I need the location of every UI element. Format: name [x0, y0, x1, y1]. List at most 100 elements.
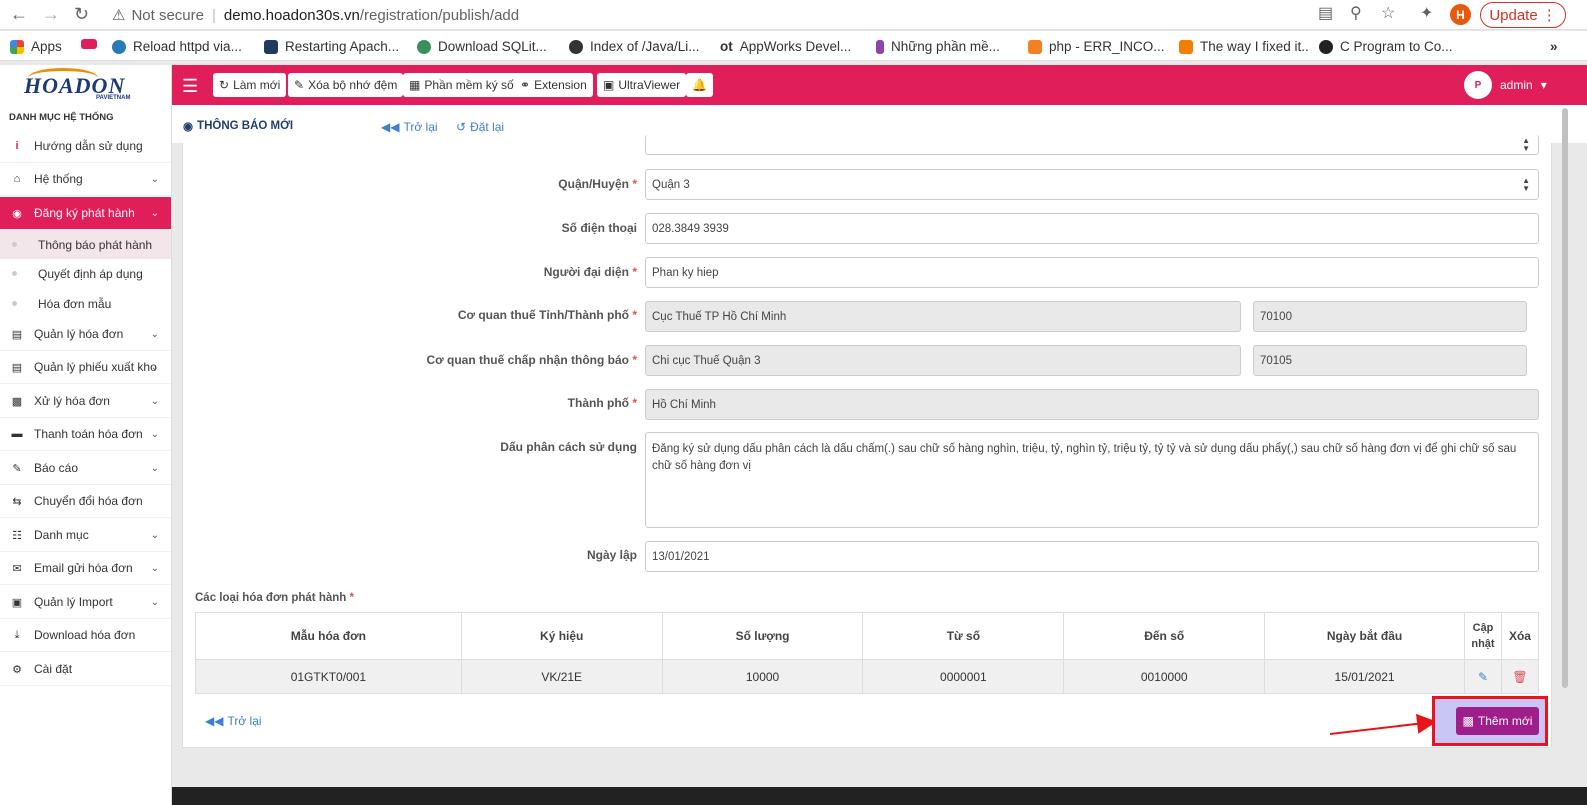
- pencil-icon[interactable]: ✎: [1478, 670, 1488, 684]
- separator-textarea[interactable]: Đăng ký sử dụng dấu phân cách là dấu chấ…: [645, 432, 1539, 528]
- select-caret-icon: ▲ ▼: [1522, 135, 1530, 153]
- reset-link[interactable]: ↺ Đặt lại: [456, 120, 504, 134]
- province-select[interactable]: ▲ ▼: [645, 135, 1539, 155]
- sidebar-item-guide[interactable]: i Hướng dẫn sử dụng: [0, 130, 171, 163]
- clear-cache-button[interactable]: ✎ Xóa bộ nhớ đệm: [288, 73, 404, 97]
- column-header: Xóa: [1500, 612, 1540, 660]
- sidebar-item-reports[interactable]: ✎ Báo cáo ⌄: [0, 452, 171, 485]
- bookmark-item[interactable]: php - ERR_INCO...: [1028, 39, 1165, 54]
- district-select[interactable]: Quận 3 ▲ ▼: [645, 169, 1539, 200]
- back-arrow-icon[interactable]: ←: [10, 4, 28, 25]
- more-bookmarks-icon[interactable]: »: [1550, 39, 1558, 54]
- bookmark-item[interactable]: Restarting Apach...: [264, 39, 399, 54]
- update-button[interactable]: Update ⋮: [1480, 2, 1566, 28]
- notification-button[interactable]: 🔔: [686, 73, 713, 97]
- table-cell: 0000001: [862, 659, 1065, 694]
- bookmark-item[interactable]: C Program to Co...: [1319, 39, 1453, 54]
- sidebar-subitem-template[interactable]: Hóa đơn mẫu: [0, 289, 171, 318]
- phone-field[interactable]: 028.3849 3939: [645, 213, 1539, 244]
- sidebar: DANH MỤC HỆ THỐNG i Hướng dẫn sử dụng ⌂ Hệ…: [0, 105, 172, 805]
- url-path: /registration/publish/add: [359, 6, 520, 24]
- table-cell: 0010000: [1063, 659, 1266, 694]
- bookmark-item[interactable]: The way I fixed it..: [1179, 39, 1309, 54]
- delete-cell[interactable]: 🗑: [1500, 659, 1540, 694]
- date-field[interactable]: 13/01/2021: [645, 541, 1539, 572]
- trash-icon[interactable]: 🗑: [1512, 670, 1527, 684]
- extensions-icon[interactable]: ✦: [1420, 3, 1433, 23]
- tax-city-value: Cục Thuế TP Hồ Chí Minh: [652, 310, 787, 323]
- sidebar-item-warehouse[interactable]: ▤ Quản lý phiếu xuất kho ⌄: [0, 351, 171, 384]
- sidebar-item-catalog[interactable]: ☷ Danh mục ⌄: [0, 519, 171, 552]
- profile-avatar[interactable]: H: [1450, 4, 1471, 25]
- user-gear-icon: ⚙: [12, 663, 22, 676]
- sidebar-item-convert[interactable]: ⇆ Chuyển đổi hóa đơn: [0, 485, 171, 518]
- apps-grid-icon: [10, 39, 24, 54]
- representative-field[interactable]: Phan ky hiep: [645, 257, 1539, 288]
- edit-cell[interactable]: ✎: [1463, 659, 1502, 694]
- table-cell: 01GTKT0/001: [195, 659, 462, 694]
- bookmark-item[interactable]: Reload httpd via...: [112, 39, 242, 54]
- sidebar-item-registration[interactable]: ◉ Đăng ký phát hành ⌄: [0, 197, 171, 230]
- forward-arrow-icon[interactable]: →: [42, 4, 60, 25]
- sidebar-item-email[interactable]: ✉ Email gửi hóa đơn ⌄: [0, 552, 171, 585]
- logo-subtext: PAVIETNAM: [96, 95, 131, 101]
- ultraviewer-label: UltraViewer: [618, 78, 681, 92]
- tax-city-field: Cục Thuế TP Hồ Chí Minh: [645, 301, 1241, 332]
- sidebar-item-download[interactable]: ⤓ Download hóa đơn: [0, 619, 171, 652]
- extension-button[interactable]: ⚭ Extension: [514, 73, 593, 97]
- import-icon: ▣: [11, 596, 23, 609]
- scrollbar[interactable]: [1562, 108, 1568, 688]
- column-header: Ngày bắt đầu: [1264, 612, 1465, 660]
- sidebar-item-payment[interactable]: ▬ Thanh toán hóa đơn ⌄: [0, 418, 171, 451]
- sidebar-item-process[interactable]: ▩ Xử lý hóa đơn ⌄: [0, 385, 171, 418]
- browser-address-bar: ← → ↻ ⚠ Not secure | demo.hoadon30s.vn /…: [0, 0, 1587, 30]
- separator-label: Dấu phân cách sử dụng: [500, 440, 637, 454]
- table-row: 01GTKT0/001 VK/21E 10000 0000001 0010000…: [195, 659, 1540, 694]
- user-menu[interactable]: P admin ▾: [1464, 71, 1547, 99]
- star-icon[interactable]: ☆: [1381, 3, 1395, 23]
- district-label: Quận/Huyện *: [558, 177, 637, 191]
- stackoverflow-favicon: [1028, 39, 1042, 54]
- back-link[interactable]: ◀◀ Trở lại: [381, 120, 438, 134]
- sidebar-subitem-notice[interactable]: Thông báo phát hành: [0, 230, 171, 259]
- bookmark-item[interactable]: ot AppWorks Devel...: [720, 39, 851, 54]
- chevron-down-icon: ⌄: [150, 173, 159, 185]
- globe-icon: ◉: [12, 207, 22, 220]
- sidebar-item-system[interactable]: ⌂ Hệ thống ⌄: [0, 163, 171, 196]
- bookmark-apps[interactable]: Apps: [10, 39, 62, 54]
- sqlite-favicon: [417, 39, 431, 54]
- bookmark-label: Reload httpd via...: [133, 39, 242, 54]
- reload-icon[interactable]: ↻: [74, 4, 89, 25]
- zoom-icon[interactable]: ⚲: [1350, 3, 1362, 23]
- bookmark-item[interactable]: [81, 39, 104, 49]
- link-icon: ⚭: [520, 78, 531, 92]
- undo-icon: ↺: [456, 120, 467, 134]
- bookmark-label: Download SQLit...: [438, 39, 547, 54]
- refresh-button[interactable]: ↻ Làm mới: [213, 73, 287, 97]
- city-field: Hồ Chí Minh: [645, 389, 1539, 420]
- menu-toggle-icon[interactable]: ☰: [182, 76, 198, 97]
- district-value: Quận 3: [652, 178, 690, 191]
- back-link-bottom[interactable]: ◀◀ Trở lại: [205, 714, 262, 728]
- url-field[interactable]: ⚠ Not secure | demo.hoadon30s.vn /regist…: [104, 3, 1314, 27]
- add-new-button[interactable]: ▩ Thêm mới: [1456, 707, 1539, 735]
- bookmark-item[interactable]: Download SQLit...: [417, 39, 547, 54]
- sidebar-item-label: Đăng ký phát hành: [34, 206, 135, 220]
- sidebar-item-invoices[interactable]: ▤ Quản lý hóa đơn ⌄: [0, 318, 171, 351]
- translate-icon[interactable]: ▤: [1318, 3, 1333, 23]
- site-favicon: [264, 39, 278, 54]
- bookmark-item[interactable]: Index of /Java/Li...: [569, 39, 700, 54]
- double-left-icon: ◀◀: [205, 714, 224, 728]
- select-caret-icon: ▲ ▼: [1522, 175, 1530, 193]
- sidebar-subitem-label: Thông báo phát hành: [38, 237, 153, 252]
- sidebar-item-import[interactable]: ▣ Quản lý Import ⌄: [0, 586, 171, 619]
- tax-accept-field: Chi cục Thuế Quận 3: [645, 345, 1241, 376]
- logo[interactable]: HOADON PAVIETNAM: [0, 65, 172, 105]
- bookmark-item[interactable]: Những phần mề...: [876, 39, 1000, 54]
- sidebar-item-settings[interactable]: ⚙ Cài đặt: [0, 653, 171, 686]
- signing-software-button[interactable]: ▦ Phần mềm ký số: [403, 73, 520, 97]
- bookmark-label: Apps: [31, 39, 62, 54]
- ultraviewer-button[interactable]: ▣ UltraViewer: [597, 73, 687, 97]
- exchange-icon: ⇆: [12, 495, 22, 508]
- sidebar-subitem-decision[interactable]: Quyết định áp dụng: [0, 259, 171, 288]
